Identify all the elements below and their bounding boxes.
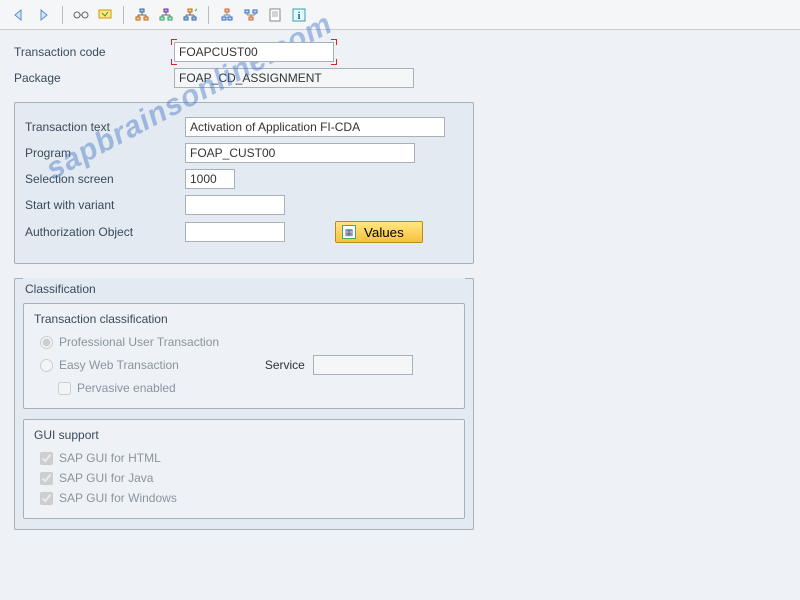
tree2-icon[interactable] — [241, 5, 261, 25]
selection-screen-field[interactable] — [185, 169, 235, 189]
separator — [208, 6, 209, 24]
transaction-text-field[interactable] — [185, 117, 445, 137]
program-label: Program — [25, 146, 185, 160]
gui-windows-checkbox[interactable] — [40, 492, 53, 505]
selection-screen-label: Selection screen — [25, 172, 185, 186]
content-area: Transaction code Package Transaction tex… — [0, 30, 800, 542]
info-icon[interactable]: i — [289, 5, 309, 25]
separator — [123, 6, 124, 24]
hierarchy1-icon[interactable] — [132, 5, 152, 25]
separator — [62, 6, 63, 24]
document-icon[interactable] — [265, 5, 285, 25]
highlight-box — [174, 42, 334, 62]
transaction-code-row: Transaction code — [14, 42, 786, 62]
transaction-classification-group: Transaction classification Professional … — [23, 303, 465, 409]
start-variant-field[interactable] — [185, 195, 285, 215]
easy-web-radio[interactable] — [40, 359, 53, 372]
service-field[interactable] — [313, 355, 413, 375]
grid-icon: ▦ — [342, 225, 356, 239]
values-button-label: Values — [364, 225, 404, 240]
gui-java-checkbox[interactable] — [40, 472, 53, 485]
program-field[interactable] — [185, 143, 415, 163]
package-field[interactable] — [174, 68, 414, 88]
auth-object-field[interactable] — [185, 222, 285, 242]
values-button[interactable]: ▦ Values — [335, 221, 423, 243]
hierarchy3-icon[interactable] — [180, 5, 200, 25]
details-panel: Transaction text Program Selection scree… — [14, 102, 474, 264]
hierarchy2-icon[interactable] — [156, 5, 176, 25]
gui-windows-label: SAP GUI for Windows — [59, 491, 177, 505]
package-label: Package — [14, 71, 174, 85]
transaction-classification-title: Transaction classification — [34, 310, 454, 332]
gui-html-label: SAP GUI for HTML — [59, 451, 161, 465]
easy-web-label: Easy Web Transaction — [59, 358, 179, 372]
svg-text:i: i — [298, 11, 301, 22]
classification-group: Classification Transaction classificatio… — [14, 278, 474, 530]
pervasive-label: Pervasive enabled — [77, 381, 176, 395]
glasses-icon[interactable] — [71, 5, 91, 25]
display-icon[interactable] — [95, 5, 115, 25]
gui-support-group: GUI support SAP GUI for HTML SAP GUI for… — [23, 419, 465, 519]
transaction-code-field[interactable] — [174, 42, 334, 62]
gui-java-label: SAP GUI for Java — [59, 471, 153, 485]
professional-label: Professional User Transaction — [59, 335, 219, 349]
gui-html-checkbox[interactable] — [40, 452, 53, 465]
transaction-text-label: Transaction text — [25, 120, 185, 134]
start-variant-label: Start with variant — [25, 198, 185, 212]
tree1-icon[interactable] — [217, 5, 237, 25]
auth-object-label: Authorization Object — [25, 225, 185, 239]
toolbar: i — [0, 0, 800, 30]
transaction-code-label: Transaction code — [14, 45, 174, 59]
back-icon[interactable] — [10, 5, 30, 25]
classification-title: Classification — [23, 278, 465, 300]
package-row: Package — [14, 68, 786, 88]
gui-support-title: GUI support — [34, 426, 454, 448]
professional-radio[interactable] — [40, 336, 53, 349]
service-label: Service — [265, 358, 305, 372]
forward-icon[interactable] — [34, 5, 54, 25]
pervasive-checkbox[interactable] — [58, 382, 71, 395]
